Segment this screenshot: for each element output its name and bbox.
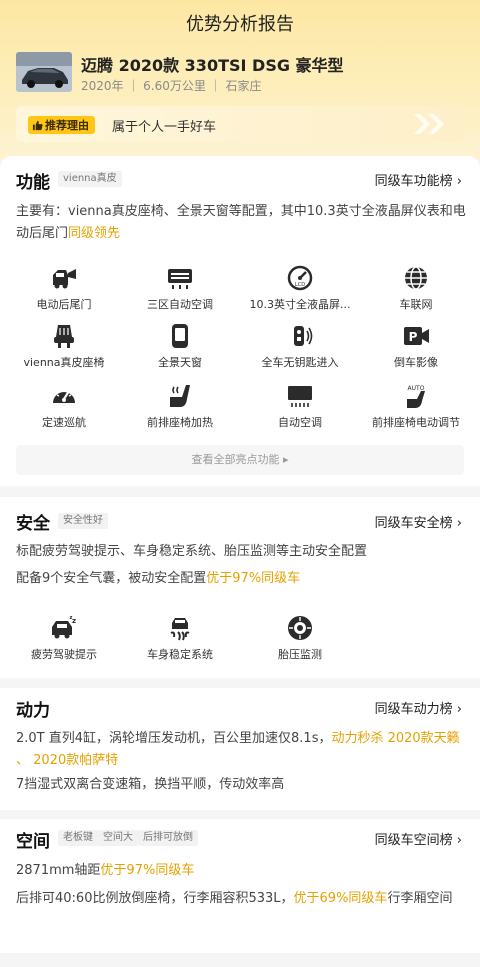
feature-cruise-control[interactable]: 定速巡航 bbox=[4, 383, 124, 430]
space-tag: 空间大 bbox=[98, 830, 138, 846]
feature-seat-heating[interactable]: 前排座椅加热 bbox=[120, 383, 240, 430]
feature-fatigue-alert[interactable]: z z 疲劳驾驶提示 bbox=[4, 615, 124, 662]
feature-label: 前排座椅加热 bbox=[147, 416, 213, 429]
space-desc-tail: 行李厢空间 bbox=[387, 891, 453, 906]
power-tailgate-icon bbox=[53, 269, 76, 289]
power-rank-link[interactable]: 同级车动力榜 › bbox=[375, 698, 462, 717]
feature-connected-car[interactable]: 车联网 bbox=[356, 265, 476, 312]
feature-panoramic-sunroof[interactable]: 全景天窗 bbox=[120, 323, 240, 370]
safety-desc-line1: 标配疲劳驾驶提示、车身稳定系统、胎压监测等主动安全配置 bbox=[16, 544, 368, 559]
tire-pressure-icon bbox=[288, 616, 312, 640]
power-title: 动力 bbox=[16, 701, 50, 721]
function-rank-link[interactable]: 同级车功能榜 › bbox=[375, 170, 462, 189]
chevron-decoration-icon bbox=[414, 114, 444, 134]
recommend-reason-text: 属于个人一手好车 bbox=[112, 120, 217, 135]
space-tag: 老板键 bbox=[58, 830, 98, 846]
car-thumbnail[interactable] bbox=[16, 52, 72, 92]
recommend-reason-bar: 推荐理由 属于个人一手好车 bbox=[16, 106, 464, 142]
power-desc-main: 2.0T 直列4缸，涡轮增压发动机，百公里加速仅8.1s， bbox=[16, 731, 332, 746]
svg-text:LCD: LCD bbox=[295, 282, 305, 288]
keyless-entry-icon bbox=[294, 326, 313, 346]
feature-tire-pressure[interactable]: 胎压监测 bbox=[240, 615, 360, 662]
seat-heating-icon bbox=[170, 385, 190, 407]
feature-label: 10.3英寸全液晶屏... bbox=[249, 298, 351, 311]
lcd-dashboard-icon: LCD bbox=[287, 265, 313, 291]
feature-power-tailgate[interactable]: 电动后尾门 bbox=[4, 265, 124, 312]
feature-label: 三区自动空调 bbox=[147, 298, 213, 311]
svg-text:AUTO: AUTO bbox=[408, 385, 425, 392]
thumbs-up-icon bbox=[32, 120, 43, 130]
feature-label: 自动空调 bbox=[278, 416, 322, 429]
safety-tag: 安全性好 bbox=[58, 513, 108, 529]
recommend-tag: 推荐理由 bbox=[28, 116, 95, 134]
space-tag: 后排可放倒 bbox=[138, 830, 198, 846]
safety-rank-link[interactable]: 同级车安全榜 › bbox=[375, 512, 462, 531]
safety-desc-highlight: 优于97%同级车 bbox=[206, 571, 301, 586]
leather-seat-icon bbox=[54, 325, 74, 348]
fatigue-alert-icon: z z bbox=[52, 615, 76, 639]
view-all-features-button[interactable]: 查看全部亮点功能 ▸ bbox=[16, 445, 464, 475]
function-desc-highlight: 同级领先 bbox=[68, 226, 121, 241]
report-header: 优势分析报告 迈腾 2020款 330TSI DSG 豪华型 2020年 ｜ 6… bbox=[0, 0, 480, 160]
space-desc-main: 2871mm轴距 bbox=[16, 863, 101, 878]
auto-ac-icon bbox=[288, 386, 312, 407]
space-desc-highlight: 优于97%同级车 bbox=[100, 863, 195, 878]
power-card: 动力 同级车动力榜 › 2.0T 直列4缸，涡轮增压发动机，百公里加速仅8.1s… bbox=[0, 688, 480, 810]
safety-title: 安全 bbox=[16, 514, 50, 534]
feature-auto-ac[interactable]: 自动空调 bbox=[240, 383, 360, 430]
feature-label: 疲劳驾驶提示 bbox=[31, 648, 97, 661]
space-title: 空间 bbox=[16, 832, 50, 852]
space-desc-line2: 后排可40:60比例放倒座椅，行李厢容积533L，优于69%同级车行李厢空间 bbox=[16, 888, 466, 910]
function-card: 功能 vienna真皮 同级车功能榜 › 主要有：vienna真皮座椅、全景天窗… bbox=[0, 156, 480, 486]
car-name[interactable]: 迈腾 2020款 330TSI DSG 豪华型 bbox=[81, 52, 344, 76]
reverse-camera-icon: P bbox=[404, 327, 429, 345]
space-desc-highlight: 优于69%同级车 bbox=[293, 891, 388, 906]
space-desc-main: 后排可40:60比例放倒座椅，行李厢容积533L， bbox=[16, 891, 294, 906]
recommend-tag-label: 推荐理由 bbox=[45, 119, 89, 132]
space-card: 空间 老板键 空间大 后排可放倒 同级车空间榜 › 2871mm轴距优于97%同… bbox=[0, 819, 480, 953]
feature-label: 前排座椅电动调节 bbox=[372, 416, 460, 429]
safety-desc-line2: 配备9个安全气囊，被动安全配置优于97%同级车 bbox=[16, 568, 466, 590]
car-meta: 2020年 ｜ 6.60万公里 ｜ 石家庄 bbox=[81, 79, 262, 93]
feature-stability-control[interactable]: 车身稳定系统 bbox=[120, 615, 240, 662]
connected-car-icon bbox=[405, 266, 427, 290]
feature-label: 车身稳定系统 bbox=[147, 648, 213, 661]
feature-label: vienna真皮座椅 bbox=[23, 356, 105, 369]
feature-tri-zone-ac[interactable]: 三区自动空调 bbox=[120, 265, 240, 312]
tri-zone-ac-icon bbox=[168, 269, 192, 289]
feature-label: 全车无钥匙进入 bbox=[261, 356, 339, 369]
svg-text:z: z bbox=[72, 617, 76, 625]
feature-label: 车联网 bbox=[399, 298, 433, 311]
function-tag: vienna真皮 bbox=[58, 171, 122, 187]
feature-keyless-entry[interactable]: 全车无钥匙进入 bbox=[240, 323, 360, 370]
feature-lcd-dashboard[interactable]: LCD 10.3英寸全液晶屏... bbox=[240, 265, 360, 312]
safety-desc-main: 配备9个安全气囊，被动安全配置 bbox=[16, 571, 207, 586]
feature-leather-seat[interactable]: vienna真皮座椅 bbox=[4, 323, 124, 370]
page-title: 优势分析报告 bbox=[186, 14, 294, 35]
feature-reverse-camera[interactable]: P 倒车影像 bbox=[356, 323, 476, 370]
stability-control-icon bbox=[170, 618, 190, 641]
feature-label: 胎压监测 bbox=[278, 648, 322, 661]
cruise-control-icon bbox=[53, 390, 75, 403]
function-desc: 主要有：vienna真皮座椅、全景天窗等配置，其中10.3英寸全液晶屏仪表和电动… bbox=[16, 201, 466, 245]
space-desc-line1: 2871mm轴距优于97%同级车 bbox=[16, 860, 466, 882]
function-title: 功能 bbox=[16, 173, 50, 193]
panoramic-sunroof-icon bbox=[172, 324, 188, 348]
feature-label: 全景天窗 bbox=[158, 356, 202, 369]
feature-label: 倒车影像 bbox=[394, 356, 438, 369]
power-seat-icon: AUTO bbox=[407, 385, 425, 408]
svg-text:z: z bbox=[70, 615, 73, 621]
svg-text:P: P bbox=[409, 330, 418, 344]
safety-card: 安全 安全性好 同级车安全榜 › 标配疲劳驾驶提示、车身稳定系统、胎压监测等主动… bbox=[0, 497, 480, 678]
feature-label: 电动后尾门 bbox=[36, 298, 92, 311]
feature-power-seat[interactable]: AUTO 前排座椅电动调节 bbox=[356, 383, 476, 430]
power-desc-line2: 7挡湿式双离合变速箱，换挡平顺，传动效率高 bbox=[16, 777, 285, 792]
feature-label: 定速巡航 bbox=[42, 416, 86, 429]
power-desc-line1: 2.0T 直列4缸，涡轮增压发动机，百公里加速仅8.1s，动力秒杀 2020款天… bbox=[16, 728, 466, 772]
space-rank-link[interactable]: 同级车空间榜 › bbox=[375, 829, 462, 848]
